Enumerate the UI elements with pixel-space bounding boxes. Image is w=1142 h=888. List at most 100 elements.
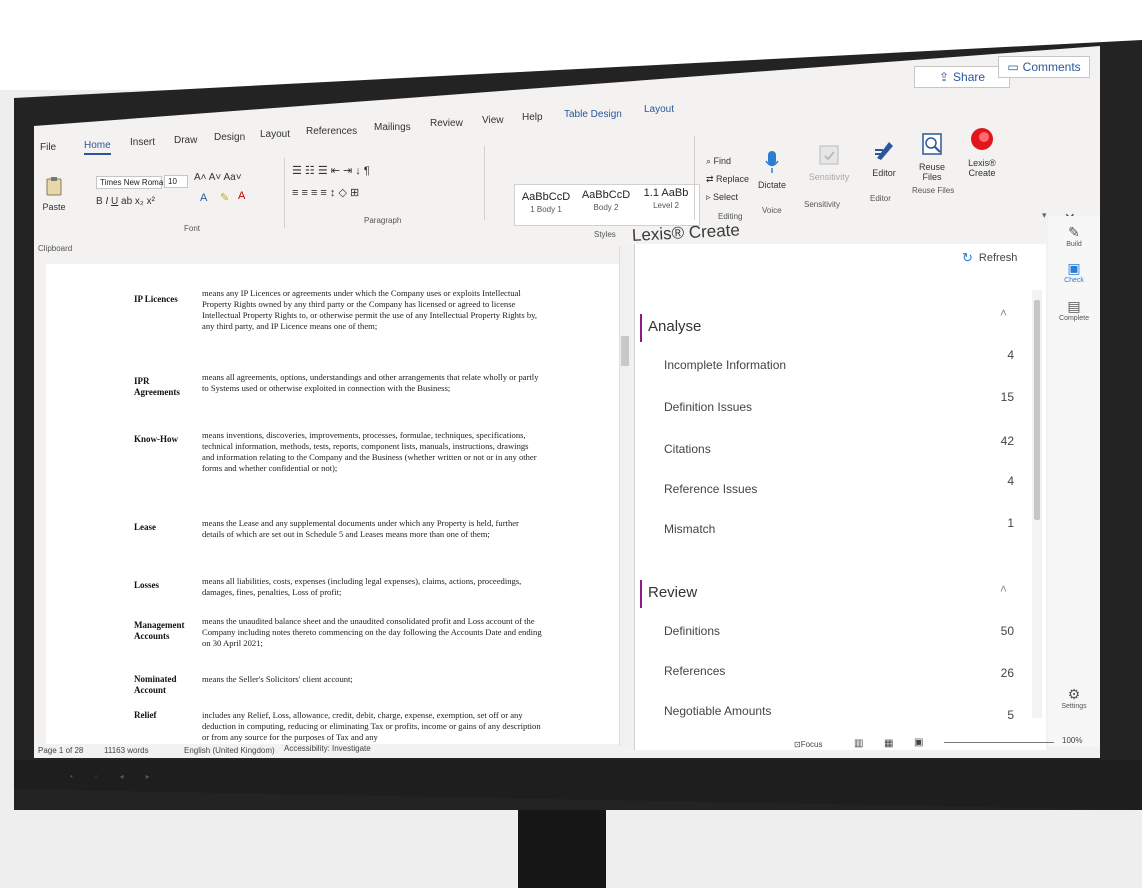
reuse-label: Reuse bbox=[918, 162, 945, 172]
files-label: Files bbox=[922, 172, 942, 182]
row-references[interactable]: References bbox=[664, 664, 725, 678]
style-body2[interactable]: AaBbCcD Body 2 bbox=[577, 189, 635, 212]
focus-button[interactable]: ⊡ Focus bbox=[794, 740, 823, 749]
rail-complete[interactable]: ▤ Complete bbox=[1054, 298, 1094, 322]
paste-label: Paste bbox=[42, 202, 66, 212]
align-buttons[interactable]: ≡ ≡ ≡ ≡ ↕ ◇ ⊞ bbox=[292, 186, 359, 199]
page-count[interactable]: Page 1 of 28 bbox=[38, 746, 83, 755]
tab-table-design[interactable]: Table Design bbox=[564, 109, 622, 120]
settings-label: Settings bbox=[1061, 703, 1087, 710]
language-indicator[interactable]: English (United Kingdom) bbox=[184, 746, 275, 755]
tab-layout[interactable]: Layout bbox=[260, 129, 290, 140]
ribbon-separator bbox=[484, 146, 485, 220]
font-family-select[interactable]: Times New Roma bbox=[96, 176, 163, 189]
document-scrollbar[interactable] bbox=[619, 246, 631, 746]
sensitivity-button[interactable]: Sensitivity bbox=[804, 144, 854, 182]
rail-build[interactable]: ✎ Build bbox=[1054, 224, 1094, 248]
comments-button[interactable]: ▭ Comments bbox=[998, 56, 1090, 78]
share-button[interactable]: ⇪ Share bbox=[914, 66, 1010, 88]
document-page[interactable]: IP Licences means any IP Licences or agr… bbox=[46, 264, 622, 744]
ribbon-separator bbox=[284, 158, 285, 228]
term: Management Accounts bbox=[134, 620, 185, 641]
paste-button[interactable]: Paste bbox=[40, 176, 68, 212]
definition: means the Lease and any supplemental doc… bbox=[202, 518, 519, 539]
definition: means all liabilities, costs, expenses (… bbox=[202, 576, 522, 597]
style-body1[interactable]: AaBbCcD 1 Body 1 bbox=[517, 191, 575, 214]
style-sample: AaBbCcD bbox=[521, 191, 571, 203]
tab-table-layout[interactable]: Layout bbox=[644, 104, 674, 115]
zoom-slider[interactable] bbox=[944, 742, 1054, 743]
word-count[interactable]: 11163 words bbox=[104, 746, 149, 755]
row-negotiable-amounts[interactable]: Negotiable Amounts bbox=[664, 704, 771, 718]
row-mismatch[interactable]: Mismatch bbox=[664, 522, 715, 536]
rail-settings[interactable]: ⚙ Settings bbox=[1054, 686, 1094, 710]
microphone-icon bbox=[750, 150, 794, 176]
tab-home[interactable]: Home bbox=[84, 140, 111, 155]
tab-insert[interactable]: Insert bbox=[130, 137, 155, 148]
styles-group-label: Styles bbox=[594, 230, 616, 239]
create-label: Create bbox=[968, 168, 996, 178]
list-buttons[interactable]: ☰ ☷ ☰ ⇤ ⇥ ↓ ¶ bbox=[292, 164, 370, 177]
row-count: 42 bbox=[1000, 434, 1014, 448]
print-layout-icon[interactable]: ▦ bbox=[884, 738, 893, 749]
editor-button[interactable]: Editor bbox=[864, 138, 904, 178]
grow-font-icon[interactable]: A˄ A˅ Aa˅ bbox=[194, 172, 242, 183]
replace-button[interactable]: ⇄ Replace bbox=[706, 174, 749, 185]
font-format-buttons[interactable]: B I U ab x₂ x² bbox=[96, 196, 155, 207]
row-definition-issues[interactable]: Definition Issues bbox=[664, 400, 752, 414]
tab-file[interactable]: File bbox=[40, 142, 56, 153]
pane-options-icon[interactable]: ▾ bbox=[1042, 210, 1047, 221]
web-layout-icon[interactable]: ▣ bbox=[914, 737, 923, 748]
editor-label: Editor bbox=[872, 168, 896, 178]
sensitivity-icon bbox=[804, 144, 854, 168]
lexis-create-button[interactable]: Lexis® Create bbox=[960, 126, 1004, 178]
status-bar: Page 1 of 28 11163 words English (United… bbox=[34, 736, 1100, 758]
style-name: Body 2 bbox=[593, 203, 619, 212]
styles-gallery[interactable]: AaBbCcD 1 Body 1 AaBbCcD Body 2 1.1 AaBb… bbox=[514, 184, 700, 226]
row-count: 4 bbox=[1007, 474, 1014, 488]
bezel-button-icon: • bbox=[70, 772, 73, 781]
accessibility-indicator[interactable]: Accessibility: Investigate bbox=[284, 744, 371, 753]
sensitivity-label: Sensitivity bbox=[808, 172, 850, 182]
comments-label: Comments bbox=[1022, 60, 1081, 74]
settings-gear-icon: ⚙ bbox=[1067, 686, 1081, 702]
comment-icon: ▭ bbox=[1007, 60, 1019, 74]
row-reference-issues[interactable]: Reference Issues bbox=[664, 482, 757, 496]
bezel-button-icon: ◦ bbox=[94, 772, 98, 781]
text-effects-icon[interactable]: A bbox=[200, 192, 207, 204]
font-size-select[interactable]: 10 bbox=[164, 175, 188, 188]
reuse-files-button[interactable]: Reuse Files bbox=[910, 132, 954, 182]
row-citations[interactable]: Citations bbox=[664, 442, 711, 456]
tab-draw[interactable]: Draw bbox=[174, 135, 197, 146]
refresh-button[interactable]: ↻ Refresh bbox=[962, 250, 1017, 266]
replace-label: Replace bbox=[716, 174, 750, 184]
tab-mailings[interactable]: Mailings bbox=[374, 122, 411, 133]
find-button[interactable]: ⌕ Find bbox=[706, 156, 731, 167]
tab-design[interactable]: Design bbox=[214, 132, 245, 143]
tab-help[interactable]: Help bbox=[522, 112, 543, 123]
font-color-icon[interactable]: A bbox=[238, 190, 245, 202]
term: IP Licences bbox=[134, 294, 178, 304]
select-button[interactable]: ▹ Select bbox=[706, 192, 738, 203]
definition: means all agreements, options, understan… bbox=[202, 372, 539, 393]
highlight-icon[interactable]: ✎ bbox=[220, 191, 229, 204]
row-definitions[interactable]: Definitions bbox=[664, 624, 720, 638]
tab-references[interactable]: References bbox=[306, 126, 357, 137]
row-incomplete-information[interactable]: Incomplete Information bbox=[664, 358, 786, 372]
tab-review[interactable]: Review bbox=[430, 118, 463, 129]
read-mode-icon[interactable]: ▥ bbox=[854, 738, 863, 749]
pane-scroll-thumb[interactable] bbox=[1034, 300, 1040, 520]
collapse-review-icon[interactable]: ˄ bbox=[1000, 582, 1007, 596]
voice-group-label: Voice bbox=[762, 206, 782, 215]
style-level2[interactable]: 1.1 AaBb Level 2 bbox=[637, 187, 695, 210]
zoom-level[interactable]: 100% bbox=[1062, 736, 1082, 745]
definition: means inventions, discoveries, improveme… bbox=[202, 430, 537, 473]
document-scroll-thumb[interactable] bbox=[621, 336, 629, 366]
section-accent bbox=[640, 314, 642, 342]
dictate-label: Dictate bbox=[757, 180, 786, 190]
dictate-button[interactable]: Dictate bbox=[750, 150, 794, 190]
tab-view[interactable]: View bbox=[482, 115, 504, 126]
collapse-analyse-icon[interactable]: ˄ bbox=[1000, 306, 1007, 320]
rail-check[interactable]: ▣ Check bbox=[1054, 260, 1094, 284]
lexis-label: Lexis® bbox=[968, 158, 996, 168]
